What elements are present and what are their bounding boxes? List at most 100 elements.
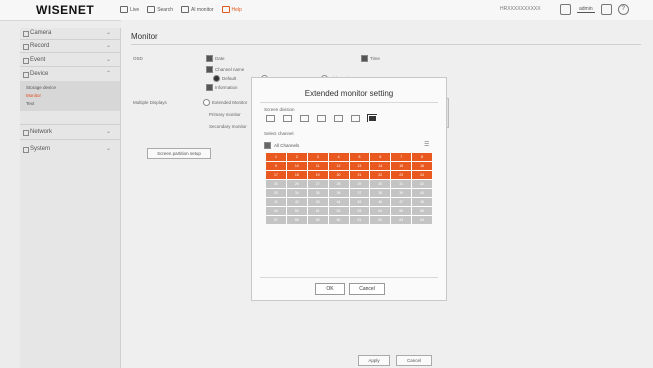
channel-cell-disabled: 34	[286, 189, 307, 197]
channel-cell[interactable]: 15	[391, 162, 412, 170]
sidebar-item-label: Record	[30, 43, 50, 49]
divider	[20, 139, 120, 140]
channel-cell[interactable]: 21	[349, 171, 370, 179]
logo: WISENET	[36, 3, 95, 17]
channel-cell[interactable]: 14	[370, 162, 391, 170]
information-checkbox[interactable]: Information	[206, 84, 238, 91]
channel-cell-disabled: 44	[328, 198, 349, 206]
channel-cell[interactable]: 18	[286, 171, 307, 179]
submenu-monitor[interactable]: Monitor	[26, 93, 41, 98]
sidebar-item-record[interactable]: Record ⌄	[20, 41, 120, 52]
channel-cell-disabled: 59	[307, 216, 328, 224]
channel-cell[interactable]: 19	[307, 171, 328, 179]
channel-cell-disabled: 39	[391, 189, 412, 197]
ok-button[interactable]: OK	[315, 283, 345, 295]
nav-live[interactable]: Live	[120, 6, 139, 13]
channel-cell[interactable]: 3	[307, 153, 328, 161]
channel-cell[interactable]: 9	[266, 162, 286, 170]
logout-icon[interactable]	[600, 4, 612, 15]
nav-help[interactable]: Help	[221, 6, 242, 13]
apply-button[interactable]: Apply	[358, 355, 390, 366]
channel-cell-disabled: 40	[412, 189, 432, 197]
time-label: Time	[370, 56, 380, 61]
user-name[interactable]: admin	[577, 6, 595, 13]
split-36-icon[interactable]	[367, 114, 377, 122]
channel-cell-disabled: 35	[307, 189, 328, 197]
chevron-down-icon: ⌄	[106, 129, 112, 135]
channel-name-checkbox[interactable]: Channel name	[206, 66, 244, 73]
channel-cell-disabled: 61	[349, 216, 370, 224]
sidebar-item-camera[interactable]: Camera ⌄	[20, 28, 120, 39]
divider	[260, 102, 438, 103]
split-9-icon[interactable]	[333, 114, 343, 122]
channel-cell-disabled: 46	[370, 198, 391, 206]
ai-icon	[181, 6, 190, 13]
channel-cell[interactable]: 5	[349, 153, 370, 161]
channel-cell-disabled: 29	[349, 180, 370, 188]
page-title: Monitor	[131, 32, 158, 41]
channel-cell[interactable]: 11	[307, 162, 328, 170]
channel-cell[interactable]: 24	[412, 171, 432, 179]
radio	[213, 75, 220, 82]
screen-division-label: Screen division	[264, 107, 295, 112]
time-checkbox[interactable]: Time	[361, 55, 380, 62]
split-16-icon[interactable]	[350, 114, 360, 122]
channel-cell[interactable]: 10	[286, 162, 307, 170]
sidebar-item-device[interactable]: Device ⌃	[20, 69, 120, 80]
search-icon	[147, 6, 156, 13]
split-6-icon[interactable]	[299, 114, 309, 122]
dialog-cancel-button[interactable]: Cancel	[349, 283, 385, 295]
channel-cell[interactable]: 2	[286, 153, 307, 161]
channel-cell-disabled: 62	[370, 216, 391, 224]
sidebar-item-system[interactable]: System ⌄	[20, 144, 120, 155]
sidebar-item-label: Event	[30, 57, 46, 63]
split-1-icon[interactable]	[265, 114, 275, 122]
channel-cell-disabled: 49	[266, 207, 286, 215]
channel-cell-disabled: 38	[370, 189, 391, 197]
checkbox	[264, 142, 271, 149]
channel-cell[interactable]: 4	[328, 153, 349, 161]
divider	[20, 52, 120, 53]
channel-name-label: Channel name	[215, 67, 245, 72]
screen-division-options	[265, 114, 377, 122]
channel-cell-disabled: 37	[349, 189, 370, 197]
chevron-down-icon: ⌄	[106, 57, 112, 63]
cancel-button[interactable]: Cancel	[396, 355, 432, 366]
channel-cell[interactable]: 17	[266, 171, 286, 179]
channel-cell-disabled: 51	[307, 207, 328, 215]
channel-cell[interactable]: 22	[370, 171, 391, 179]
channel-cell[interactable]: 7	[391, 153, 412, 161]
grid-view-icon[interactable]: ☰	[424, 141, 429, 148]
channel-cell[interactable]: 1	[266, 153, 286, 161]
nav-search[interactable]: Search	[147, 6, 173, 13]
submenu-text[interactable]: Text	[26, 101, 34, 106]
submenu-storage-device[interactable]: Storage device	[26, 85, 56, 90]
divider	[131, 44, 641, 45]
network-icon	[23, 130, 29, 136]
info-icon[interactable]: ?	[617, 4, 629, 15]
split-8-icon[interactable]	[316, 114, 326, 122]
radio-default[interactable]: Default	[213, 75, 236, 82]
screen-partition-button[interactable]: Screen partition setup	[147, 148, 211, 159]
extended-monitor-radio[interactable]: Extended Monitor	[203, 99, 247, 106]
date-checkbox[interactable]: Date	[206, 55, 225, 62]
channel-cell[interactable]: 12	[328, 162, 349, 170]
sidebar-item-label: Network	[30, 129, 53, 135]
nav-ai[interactable]: Al monitor	[181, 6, 214, 13]
all-channels-checkbox[interactable]: All Channels	[264, 142, 299, 149]
split-4-icon[interactable]	[282, 114, 292, 122]
sidebar-item-network[interactable]: Network ⌄	[20, 127, 120, 138]
top-icons: admin ?	[560, 4, 629, 15]
checkbox	[206, 84, 213, 91]
channel-cell[interactable]: 13	[349, 162, 370, 170]
channel-cell[interactable]: 16	[412, 162, 432, 170]
sidebar-item-event[interactable]: Event ⌄	[20, 55, 120, 66]
channel-cell[interactable]: 23	[391, 171, 412, 179]
date-label: Date	[215, 56, 225, 61]
sidebar-item-label: System	[30, 146, 51, 152]
channel-cell[interactable]: 20	[328, 171, 349, 179]
radio	[203, 99, 210, 106]
channel-cell[interactable]: 6	[370, 153, 391, 161]
layout-icon[interactable]	[560, 4, 571, 15]
channel-cell[interactable]: 8	[412, 153, 432, 161]
